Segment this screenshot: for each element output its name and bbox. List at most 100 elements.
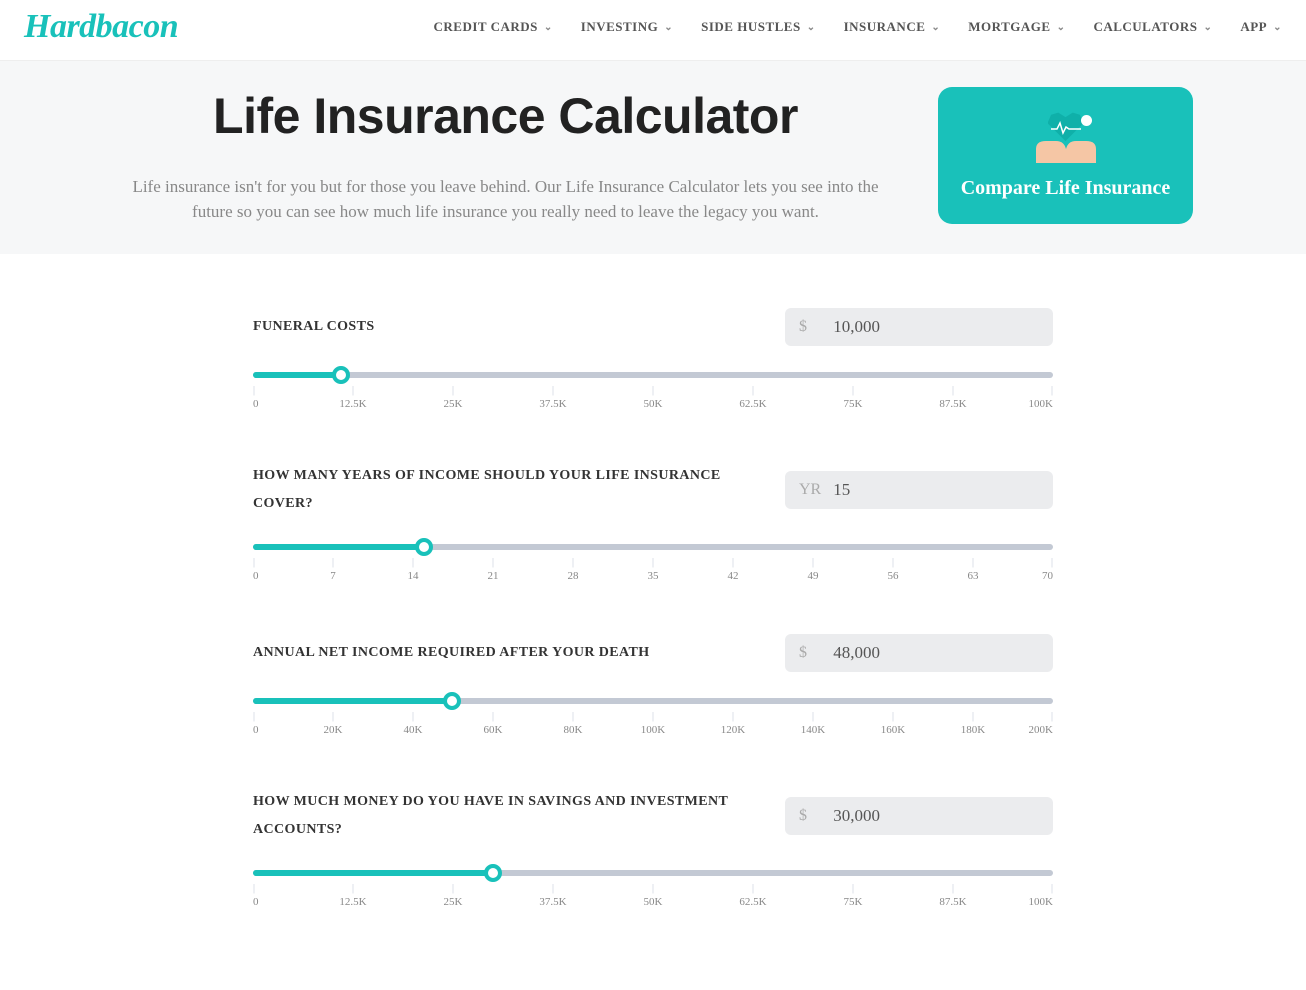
value-box: $ <box>785 797 1053 835</box>
primary-nav: CREDIT CARDS⌄INVESTING⌄SIDE HUSTLES⌄INSU… <box>434 19 1283 35</box>
slider-ticks: |0|7|14|21|28|35|42|49|56|63|70 <box>253 558 1053 586</box>
slider-fill <box>253 870 493 876</box>
tick-label: 0 <box>253 398 259 410</box>
nav-item-side-hustles[interactable]: SIDE HUSTLES⌄ <box>701 19 815 35</box>
nav-label: APP <box>1240 19 1267 35</box>
value-input[interactable] <box>833 643 1039 663</box>
page-title: Life Insurance Calculator <box>113 87 898 145</box>
tick: |0 <box>253 884 259 908</box>
tick-label: 70 <box>1042 570 1053 582</box>
tick-mark: | <box>253 558 259 568</box>
tick-mark: | <box>644 386 663 396</box>
slider-label: FUNERAL COSTS <box>253 313 761 341</box>
tick: |35 <box>648 558 659 582</box>
tick: |50K <box>644 884 663 908</box>
tick-mark: | <box>539 884 566 894</box>
nav-item-investing[interactable]: INVESTING⌄ <box>581 19 673 35</box>
tick-mark: | <box>721 712 745 722</box>
tick-mark: | <box>888 558 899 568</box>
slider-track[interactable] <box>253 544 1053 550</box>
tick-mark: | <box>253 712 259 722</box>
chevron-down-icon: ⌄ <box>1057 22 1066 33</box>
tick: | 12.5K <box>339 884 366 908</box>
slider-fill <box>253 544 424 550</box>
slider-ticks: |0|12.5K|25K|37.5K|50K|62.5K|75K|87.5K|1… <box>253 386 1053 414</box>
tick-label: 63 <box>968 570 979 582</box>
nav-item-credit-cards[interactable]: CREDIT CARDS⌄ <box>434 19 553 35</box>
top-nav: Hardbacon CREDIT CARDS⌄ INVESTING⌄ SIDE HU… <box>0 0 1306 61</box>
tick-mark: | <box>404 712 423 722</box>
tick-label: 140K <box>801 724 825 736</box>
slider-thumb[interactable] <box>415 538 433 556</box>
slider-track[interactable] <box>253 372 1053 378</box>
tick-mark: | <box>844 884 863 894</box>
tick-mark: | <box>644 884 663 894</box>
tick-mark: | <box>961 712 985 722</box>
nav-item-mortgage[interactable]: MORTGAGE⌄ <box>968 19 1065 35</box>
tick: |40K <box>404 712 423 736</box>
tick: |200K <box>1029 712 1053 736</box>
tick-mark: | <box>330 558 336 568</box>
tick: |12.5K <box>339 386 366 410</box>
tick-label: 25K <box>444 896 463 908</box>
value-input[interactable] <box>833 806 1039 826</box>
tick-label: 0 <box>253 896 259 908</box>
chevron-down-icon: ⌄ <box>664 22 673 33</box>
nav-label: SIDE HUSTLES <box>701 19 801 35</box>
value-input[interactable] <box>833 317 1039 337</box>
tick: |100K <box>641 712 665 736</box>
life-insurance-icon <box>1034 109 1098 163</box>
tick-label: 12.5K <box>339 896 366 908</box>
compare-life-insurance-button[interactable]: Compare Life Insurance <box>938 87 1193 224</box>
slider-thumb[interactable] <box>443 692 461 710</box>
tick: | 63 <box>968 558 979 582</box>
value-box: $ <box>785 634 1053 672</box>
tick-mark: | <box>968 558 979 568</box>
tick: |56 <box>888 558 899 582</box>
slider-thumb[interactable] <box>484 864 502 882</box>
nav-label: INSURANCE <box>844 19 926 35</box>
slider-track[interactable] <box>253 870 1053 876</box>
tick-mark: | <box>324 712 343 722</box>
page-description: Life insurance isn't for you but for tho… <box>113 175 898 224</box>
tick: |62.5K <box>739 386 766 410</box>
tick: | 25K <box>444 386 463 410</box>
nav-item-app[interactable]: APP⌄ <box>1240 19 1282 35</box>
tick-mark: | <box>339 884 366 894</box>
nav-item-calculators[interactable]: CALCULATORS⌄ <box>1093 19 1212 35</box>
hero-section: Life Insurance Calculator Life insurance… <box>0 61 1306 254</box>
tick: |0 <box>253 386 259 410</box>
value-input[interactable] <box>833 480 1039 500</box>
tick: |49 <box>808 558 819 582</box>
tick-label: 42 <box>728 570 739 582</box>
tick-label: 62.5K <box>739 896 766 908</box>
tick-mark: | <box>444 386 463 396</box>
unit-label: YR <box>799 481 833 499</box>
unit-label: $ <box>799 644 833 662</box>
unit-label: $ <box>799 318 833 336</box>
slider-label: HOW MANY YEARS OF INCOME SHOULD YOUR LIF… <box>253 462 761 518</box>
slider-track[interactable] <box>253 698 1053 704</box>
tick-label: 25K <box>444 398 463 410</box>
slider-thumb[interactable] <box>332 366 350 384</box>
tick: |50K <box>644 386 663 410</box>
tick-label: 37.5K <box>539 896 566 908</box>
brand-logo[interactable]: Hardbacon <box>24 8 178 46</box>
tick: |80K <box>564 712 583 736</box>
tick-label: 75K <box>844 398 863 410</box>
tick-mark: | <box>641 712 665 722</box>
tick-label: 200K <box>1029 724 1053 736</box>
tick-label: 21 <box>488 570 499 582</box>
nav-label: CALCULATORS <box>1093 19 1197 35</box>
tick: |20K <box>324 712 343 736</box>
tick: |7 <box>330 558 336 582</box>
value-box: $ <box>785 308 1053 346</box>
nav-item-insurance[interactable]: INSURANCE⌄ <box>844 19 941 35</box>
tick: |0 <box>253 558 259 582</box>
tick-mark: | <box>539 386 566 396</box>
tick: |37.5K <box>539 386 566 410</box>
tick-mark: | <box>844 386 863 396</box>
slider-label: HOW MUCH MONEY DO YOU HAVE IN SAVINGS AN… <box>253 788 761 844</box>
tick: |21 <box>488 558 499 582</box>
slider-fill <box>253 698 452 704</box>
